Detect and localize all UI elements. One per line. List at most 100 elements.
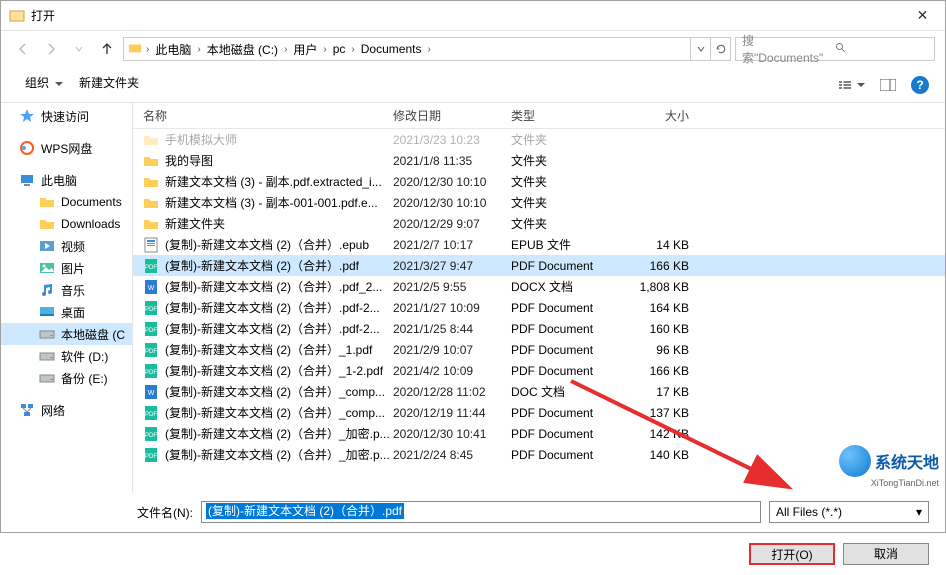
sidebar-item[interactable]: 视频	[1, 235, 132, 257]
file-name: (复制)-新建文本文档 (2)（合并）_1-2.pdf	[165, 362, 393, 379]
sidebar-item[interactable]: 快速访问	[1, 105, 132, 127]
breadcrumb-part[interactable]: 本地磁盘 (C:)	[203, 38, 282, 60]
file-row[interactable]: (复制)-新建文本文档 (2)（合并）.epub2021/2/7 10:17EP…	[133, 234, 945, 255]
help-button[interactable]: ?	[911, 76, 929, 94]
file-row[interactable]: PDF(复制)-新建文本文档 (2)（合并）_1-2.pdf2021/4/2 1…	[133, 360, 945, 381]
file-row[interactable]: PDF(复制)-新建文本文档 (2)（合并）_加密.p...2020/12/30…	[133, 423, 945, 444]
file-type: PDF Document	[511, 448, 621, 462]
file-size: 17 KB	[621, 385, 701, 399]
file-name: 新建文本文档 (3) - 副本-001-001.pdf.e...	[165, 194, 393, 211]
breadcrumb-part[interactable]: Documents	[357, 38, 426, 60]
svg-text:PDF: PDF	[145, 307, 157, 313]
sidebar-label: Documents	[61, 195, 122, 209]
file-type: PDF Document	[511, 406, 621, 420]
back-button[interactable]	[11, 37, 35, 61]
sidebar-item[interactable]: 网络	[1, 399, 132, 421]
breadcrumb-part[interactable]: 用户	[289, 38, 321, 60]
filetype-select[interactable]: All Files (*.*)▾	[769, 501, 929, 523]
file-size: 140 KB	[621, 448, 701, 462]
file-row[interactable]: PDF(复制)-新建文本文档 (2)（合并）.pdf-2...2021/1/27…	[133, 297, 945, 318]
file-date: 2021/3/27 9:47	[393, 259, 511, 273]
sidebar-label: WPS网盘	[41, 140, 92, 157]
chevron-right-icon: ›	[144, 44, 151, 55]
file-row[interactable]: 新建文本文档 (3) - 副本.pdf.extracted_i...2020/1…	[133, 171, 945, 192]
file-row[interactable]: 新建文本文档 (3) - 副本-001-001.pdf.e...2020/12/…	[133, 192, 945, 213]
file-row[interactable]: PDF(复制)-新建文本文档 (2)（合并）_1.pdf2021/2/9 10:…	[133, 339, 945, 360]
folder-icon	[143, 216, 159, 232]
epub-icon	[143, 237, 159, 253]
svg-text:PDF: PDF	[145, 328, 157, 334]
watermark-url: XiTongTianDi.net	[871, 478, 939, 488]
sidebar-item[interactable]: 图片	[1, 257, 132, 279]
file-row[interactable]: W(复制)-新建文本文档 (2)（合并）_comp...2020/12/28 1…	[133, 381, 945, 402]
filename-input[interactable]: (复制)-新建文本文档 (2)（合并）.pdf	[201, 501, 761, 523]
file-type: PDF Document	[511, 301, 621, 315]
file-row[interactable]: PDF(复制)-新建文本文档 (2)（合并）.pdf2021/3/27 9:47…	[133, 255, 945, 276]
file-type: EPUB 文件	[511, 236, 621, 253]
search-input[interactable]: 搜索"Documents"	[735, 37, 935, 61]
col-type[interactable]: 类型	[511, 107, 621, 124]
up-button[interactable]	[95, 37, 119, 61]
col-size[interactable]: 大小	[621, 107, 701, 124]
file-row[interactable]: W(复制)-新建文本文档 (2)（合并）.pdf_2...2021/2/5 9:…	[133, 276, 945, 297]
folder-icon	[143, 132, 159, 148]
file-row[interactable]: PDF(复制)-新建文本文档 (2)（合并）.pdf-2...2021/1/25…	[133, 318, 945, 339]
file-row[interactable]: PDF(复制)-新建文本文档 (2)（合并）_comp...2020/12/19…	[133, 402, 945, 423]
sidebar: 快速访问 WPS网盘此电脑 Documents Downloads视频图片音乐桌面本地…	[1, 103, 133, 493]
preview-pane-button[interactable]	[875, 74, 901, 96]
sidebar-item[interactable]: 此电脑	[1, 169, 132, 191]
breadcrumb-expand[interactable]	[690, 38, 710, 60]
file-date: 2021/1/8 11:35	[393, 154, 511, 168]
music-icon	[39, 282, 55, 298]
sidebar-item[interactable]: 本地磁盘 (C	[1, 323, 132, 345]
sidebar-item[interactable]: 备份 (E:)	[1, 367, 132, 389]
sidebar-label: 音乐	[61, 282, 85, 299]
sidebar-item[interactable]: Downloads	[1, 213, 132, 235]
sidebar-item[interactable]: 音乐	[1, 279, 132, 301]
file-type: PDF Document	[511, 259, 621, 273]
view-options-button[interactable]	[839, 74, 865, 96]
folder-icon	[143, 195, 159, 211]
file-row[interactable]: PDF(复制)-新建文本文档 (2)（合并）_加密.p...2021/2/24 …	[133, 444, 945, 465]
file-row[interactable]: 我的导图2021/1/8 11:35文件夹	[133, 150, 945, 171]
disk-icon	[39, 348, 55, 364]
main: 快速访问 WPS网盘此电脑 Documents Downloads视频图片音乐桌面本地…	[1, 103, 945, 493]
file-size: 1,808 KB	[621, 280, 701, 294]
col-name[interactable]: 名称	[143, 107, 393, 124]
file-size: 160 KB	[621, 322, 701, 336]
file-type: PDF Document	[511, 427, 621, 441]
folder-icon	[39, 216, 55, 232]
organize-menu[interactable]: 组织	[17, 74, 71, 95]
file-type: PDF Document	[511, 322, 621, 336]
new-folder-button[interactable]: 新建文件夹	[71, 74, 147, 95]
cancel-button[interactable]: 取消	[843, 543, 929, 565]
file-row[interactable]: 手机模拟大师2021/3/23 10:23文件夹	[133, 129, 945, 150]
file-size: 164 KB	[621, 301, 701, 315]
watermark-logo-icon	[839, 445, 871, 477]
refresh-button[interactable]	[710, 38, 730, 60]
history-dropdown[interactable]	[67, 37, 91, 61]
forward-button[interactable]	[39, 37, 63, 61]
breadcrumb-part[interactable]: 此电脑	[151, 38, 195, 60]
search-icon	[835, 42, 928, 57]
breadcrumb[interactable]: › 此电脑› 本地磁盘 (C:)› 用户› pc› Documents›	[123, 37, 731, 61]
svg-text:PDF: PDF	[145, 265, 157, 271]
sidebar-item[interactable]: Documents	[1, 191, 132, 213]
watermark-text: 系统天地	[875, 449, 939, 473]
close-button[interactable]: ✕	[900, 1, 945, 31]
sidebar-item[interactable]: WPS网盘	[1, 137, 132, 159]
file-row[interactable]: 新建文件夹2020/12/29 9:07文件夹	[133, 213, 945, 234]
file-name: (复制)-新建文本文档 (2)（合并）.epub	[165, 236, 393, 253]
col-date[interactable]: 修改日期	[393, 107, 511, 124]
file-type: DOCX 文档	[511, 278, 621, 295]
open-button[interactable]: 打开(O)	[749, 543, 835, 565]
file-date: 2020/12/30 10:10	[393, 175, 511, 189]
breadcrumb-part[interactable]: pc	[329, 38, 350, 60]
sidebar-item[interactable]: 桌面	[1, 301, 132, 323]
sidebar-label: 桌面	[61, 304, 85, 321]
folder-icon	[39, 194, 55, 210]
disk-icon	[39, 326, 55, 342]
svg-text:W: W	[148, 285, 155, 292]
file-size: 166 KB	[621, 364, 701, 378]
sidebar-item[interactable]: 软件 (D:)	[1, 345, 132, 367]
